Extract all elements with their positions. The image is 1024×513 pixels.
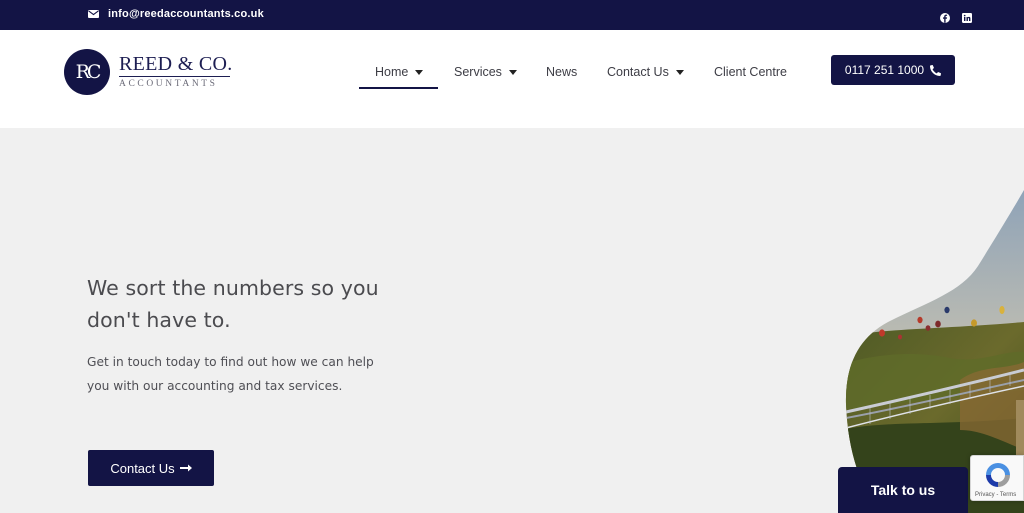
- logo-subtitle: ACCOUNTANTS: [119, 79, 218, 89]
- caret-down-icon: [415, 69, 424, 75]
- linkedin-icon[interactable]: [962, 8, 972, 23]
- nav-item-label: Contact Us: [607, 65, 669, 79]
- top-bar: info@reedaccountants.co.uk: [0, 0, 1024, 30]
- hero-description: Get in touch today to find out how we ca…: [87, 355, 374, 393]
- nav-item-client-centre[interactable]: Client Centre: [714, 65, 787, 79]
- caret-down-icon: [675, 69, 684, 75]
- email-link[interactable]: info@reedaccountants.co.uk: [88, 8, 264, 20]
- phone-number: 0117 251 1000: [844, 63, 925, 77]
- hero-title: We sort the numbers so you don't have to…: [87, 276, 379, 332]
- logo-monogram: RC: [64, 49, 110, 95]
- recaptcha-icon: [986, 463, 1010, 487]
- nav-item-contact-us[interactable]: Contact Us: [607, 65, 684, 79]
- nav-item-home[interactable]: Home: [375, 65, 424, 79]
- contact-us-label: Contact Us: [110, 460, 175, 476]
- recaptcha-terms[interactable]: Privacy - Terms: [975, 492, 1016, 498]
- recaptcha-badge[interactable]: Privacy - Terms: [970, 455, 1024, 501]
- nav-item-label: Services: [454, 65, 502, 79]
- phone-icon: [930, 64, 942, 76]
- logo-brand: REED & CO.: [119, 53, 233, 75]
- contact-us-button[interactable]: Contact Us: [88, 450, 214, 486]
- logo-divider: [119, 76, 230, 77]
- email-address[interactable]: info@reedaccountants.co.uk: [108, 8, 264, 20]
- facebook-icon[interactable]: [940, 8, 950, 23]
- nav-active-indicator: [359, 87, 438, 89]
- nav-item-label: News: [546, 65, 578, 79]
- nav-item-news[interactable]: News: [546, 65, 577, 79]
- talk-to-us-button[interactable]: Talk to us: [838, 467, 968, 513]
- envelope-icon: [88, 10, 99, 18]
- nav-item-label: Client Centre: [714, 65, 787, 79]
- nav-item-services[interactable]: Services: [454, 65, 517, 79]
- arrow-right-icon: [179, 464, 192, 472]
- phone-button[interactable]: 0117 251 1000: [831, 55, 955, 85]
- caret-down-icon: [508, 69, 517, 75]
- social-links: [940, 8, 972, 23]
- nav-item-label: Home: [375, 65, 409, 79]
- site-logo[interactable]: RC REED & CO. ACCOUNTANTS: [64, 49, 233, 95]
- site-header: RC REED & CO. ACCOUNTANTS Home Services …: [0, 30, 1024, 128]
